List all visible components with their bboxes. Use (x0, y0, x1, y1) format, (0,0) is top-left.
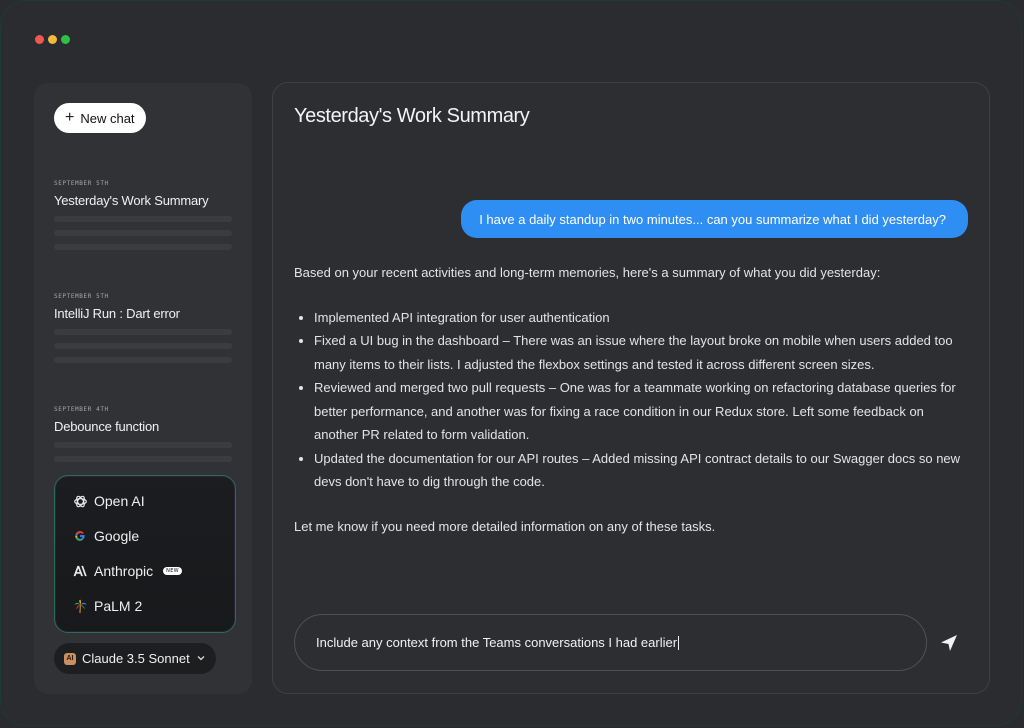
preview-placeholder (54, 456, 232, 462)
preview-placeholder (54, 230, 232, 236)
preview-placeholder (54, 329, 232, 335)
openai-icon (72, 493, 88, 509)
minimize-window-button[interactable] (48, 35, 57, 44)
send-icon (941, 635, 957, 651)
message-input[interactable]: Include any context from the Teams conve… (294, 614, 927, 671)
model-selector-value: Claude 3.5 Sonnet (82, 651, 190, 666)
chevron-down-icon (196, 651, 206, 666)
answer-closing: Let me know if you need more detailed in… (294, 518, 716, 534)
provider-option-openai[interactable]: Open AI (72, 493, 145, 509)
model-icon: AI (64, 652, 76, 665)
new-badge: NEW (163, 567, 182, 575)
chat-date: September 4th (54, 406, 109, 413)
provider-option-palm[interactable]: PaLM 2 (72, 598, 142, 614)
assistant-message: Based on your recent activities and long… (294, 261, 970, 538)
preview-placeholder (54, 442, 232, 448)
chat-date: September 5th (54, 293, 109, 300)
provider-label: Open AI (94, 493, 145, 509)
chat-date: September 5th (54, 180, 109, 187)
answer-intro: Based on your recent activities and long… (294, 265, 881, 280)
window-controls (35, 35, 70, 44)
maximize-window-button[interactable] (61, 35, 70, 44)
chat-history-item[interactable]: September 5th IntelliJ Run : Dart error (54, 293, 232, 363)
preview-placeholder (54, 343, 232, 349)
send-button[interactable] (938, 632, 960, 654)
list-item: Fixed a UI bug in the dashboard – There … (314, 329, 970, 376)
model-selector[interactable]: AI Claude 3.5 Sonnet (54, 643, 216, 674)
text-caret (678, 635, 680, 650)
list-item: Implemented API integration for user aut… (314, 306, 970, 330)
sidebar: + New chat September 5th Yesterday's Wor… (34, 83, 252, 694)
preview-placeholder (54, 244, 232, 250)
chat-title: Debounce function (54, 419, 160, 434)
provider-label: PaLM 2 (94, 598, 143, 614)
user-message: I have a daily standup in two minutes...… (461, 200, 968, 238)
provider-label: Google (94, 528, 140, 544)
anthropic-icon (72, 563, 88, 579)
close-window-button[interactable] (35, 35, 44, 44)
palm-icon (72, 598, 88, 614)
chat-title: Yesterday's Work Summary (54, 193, 209, 208)
list-item: Reviewed and merged two pull requests – … (314, 376, 970, 447)
preview-placeholder (54, 216, 232, 222)
chat-panel: Yesterday's Work Summary I have a daily … (272, 82, 990, 694)
chat-history-item[interactable]: September 4th Debounce function (54, 406, 232, 462)
provider-menu: Open AI Google Anthropic NEW PaLM 2 (54, 475, 236, 633)
plus-icon: + (65, 108, 75, 126)
provider-label: Anthropic (94, 563, 154, 579)
chat-history-item[interactable]: September 5th Yesterday's Work Summary (54, 180, 232, 250)
new-chat-label: New chat (80, 110, 135, 126)
list-item: Updated the documentation for our API ro… (314, 447, 970, 494)
conversation-title: Yesterday's Work Summary (294, 105, 530, 127)
answer-list: Implemented API integration for user aut… (294, 306, 970, 494)
new-chat-button[interactable]: + New chat (54, 103, 146, 133)
provider-option-anthropic[interactable]: Anthropic NEW (72, 563, 182, 579)
message-input-text: Include any context from the Teams conve… (316, 635, 678, 650)
provider-option-google[interactable]: Google (72, 528, 139, 544)
preview-placeholder (54, 357, 232, 363)
google-icon (72, 528, 88, 544)
chat-title: IntelliJ Run : Dart error (54, 306, 180, 321)
